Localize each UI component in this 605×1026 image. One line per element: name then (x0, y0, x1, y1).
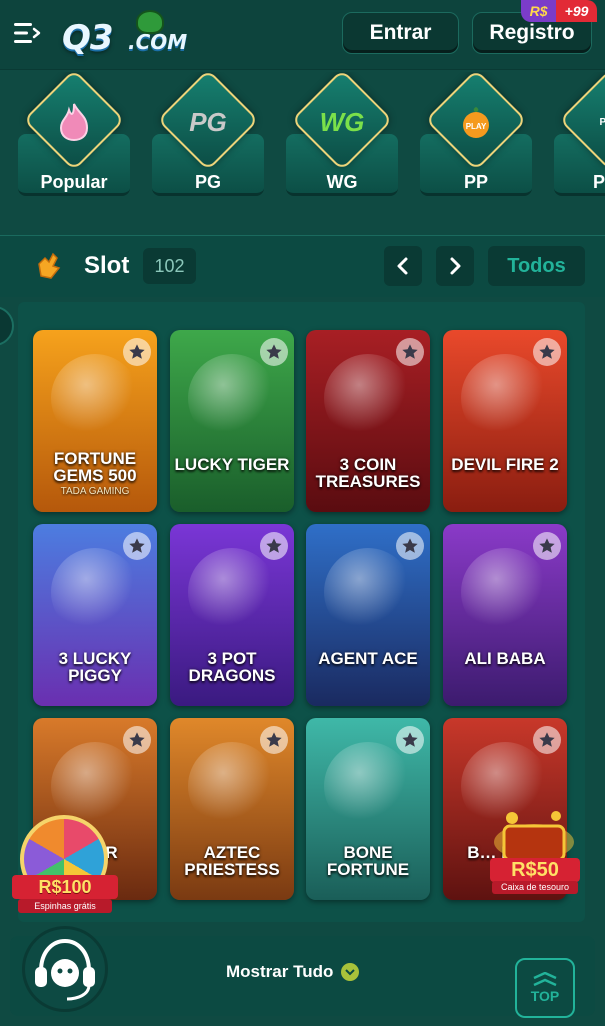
headset-icon (35, 938, 95, 1001)
slot-hand-icon (38, 252, 61, 279)
game-card[interactable]: AZTEC PRIESTESS (170, 718, 294, 900)
provider-label: Pop (593, 172, 605, 192)
game-card[interactable]: LUCKY TIGER (170, 330, 294, 512)
game-title: FORTUNE GEMS 500 (53, 449, 137, 485)
game-title: ALI BABA (464, 649, 546, 668)
logo-suffix: .COM (128, 30, 188, 54)
treasure-chest-promo[interactable]: R$50 Caixa de tesouro (486, 808, 582, 894)
pg-logo-icon: PG (189, 106, 227, 137)
favorite-star-icon[interactable] (123, 726, 151, 754)
favorite-star-icon[interactable] (260, 726, 288, 754)
game-artwork (461, 354, 549, 442)
game-provider: TADA GAMING (60, 486, 130, 497)
favorite-star-icon[interactable] (396, 726, 424, 754)
register-bonus-badge: R$ +99 (521, 0, 597, 22)
show-all-label: Mostrar Tudo (226, 962, 334, 981)
game-artwork (51, 354, 139, 442)
wheel-amount: R$100 (12, 875, 118, 899)
game-title: DEVIL FIRE 2 (451, 455, 559, 474)
customer-support-button[interactable] (22, 926, 108, 1012)
favorite-star-icon[interactable] (396, 532, 424, 560)
game-title: BONE FORTUNE (326, 843, 410, 879)
game-card[interactable]: FORTUNE GEMS 500 TADA GAMING (33, 330, 157, 512)
favorite-star-icon[interactable] (123, 532, 151, 560)
provider-label: PG (194, 172, 221, 192)
wheel-caption: Espinhas grátis (18, 899, 112, 913)
chevron-down-icon (341, 963, 360, 981)
game-card[interactable]: 3 LUCKY PIGGY (33, 524, 157, 706)
game-card[interactable]: DEVIL FIRE 2 (443, 330, 567, 512)
game-card[interactable]: AGENT ACE (306, 524, 430, 706)
game-title: LUCKY TIGER (174, 455, 290, 474)
provider-label: WG (326, 172, 358, 192)
favorite-star-icon[interactable] (260, 338, 288, 366)
provider-label: PP (463, 172, 488, 192)
game-artwork (324, 548, 412, 636)
favorite-star-icon[interactable] (533, 726, 561, 754)
logo-text: Q3 (62, 18, 114, 58)
provider-tab-popular[interactable]: Popular (16, 72, 132, 204)
game-card[interactable]: BONE FORTUNE (306, 718, 430, 900)
favorite-star-icon[interactable] (123, 338, 151, 366)
game-title: 3 LUCKY PIGGY (58, 649, 132, 685)
site-logo[interactable]: Q3 .COM (62, 10, 188, 58)
chest-amount: R$50 (490, 858, 580, 882)
game-artwork (188, 742, 276, 830)
chest-caption: Caixa de tesouro (492, 881, 578, 894)
provider-label: Popular (40, 172, 108, 192)
game-title: 3 POT DRAGONS (188, 649, 276, 685)
scroll-to-top-button[interactable]: TOP (515, 958, 575, 1018)
game-count-badge: 102 (143, 248, 196, 284)
prev-page-button[interactable] (384, 246, 422, 286)
top-label: TOP (530, 988, 560, 1004)
favorite-star-icon[interactable] (533, 338, 561, 366)
treasure-chest-icon (494, 811, 574, 862)
scroll-handle[interactable] (0, 306, 14, 346)
provider-tabs: Popular PG PG WG WG PLAY PP POP Pop (0, 72, 605, 212)
badge-amount: +99 (564, 3, 589, 19)
top-header: Q3 .COM Entrar Registro R$ +99 (0, 0, 605, 70)
svg-text:PLAY: PLAY (466, 122, 487, 131)
game-title: 3 COIN TREASURES (315, 455, 421, 491)
chevron-left-icon (397, 257, 408, 275)
wg-logo-icon: WG (319, 106, 365, 137)
game-artwork (324, 354, 412, 442)
game-card[interactable]: ALI BABA (443, 524, 567, 706)
login-button[interactable]: Entrar (342, 12, 459, 54)
game-artwork (461, 548, 549, 636)
mascot-icon (136, 10, 164, 34)
game-title: AZTEC PRIESTESS (184, 843, 280, 879)
category-title: Slot (84, 252, 130, 279)
game-card[interactable]: 3 COIN TREASURES (306, 330, 430, 512)
game-artwork (188, 354, 276, 442)
chevron-right-icon (450, 257, 461, 275)
flame-icon (44, 102, 104, 142)
game-artwork (324, 742, 412, 830)
chevron-up-icon (533, 972, 557, 987)
slot-category-bar: Slot 102 Todos (0, 235, 605, 297)
provider-tab-pp[interactable]: PLAY PP (418, 72, 534, 204)
favorite-star-icon[interactable] (260, 532, 288, 560)
show-all-button[interactable]: Mostrar Tudo (226, 962, 360, 982)
provider-tab-pop[interactable]: POP Pop (552, 72, 605, 204)
favorite-star-icon[interactable] (533, 532, 561, 560)
badge-currency: R$ (529, 3, 548, 19)
game-title: AGENT ACE (318, 649, 418, 668)
next-page-button[interactable] (436, 246, 474, 286)
favorite-star-icon[interactable] (396, 338, 424, 366)
spin-wheel-promo[interactable]: R$100 Espinhas grátis (12, 815, 118, 915)
game-artwork (51, 548, 139, 636)
pop-logo-icon: POP (599, 116, 605, 128)
menu-icon[interactable] (12, 18, 42, 48)
pp-play-icon: PLAY (446, 102, 506, 142)
provider-tab-wg[interactable]: WG WG (284, 72, 400, 204)
provider-tab-pg[interactable]: PG PG (150, 72, 266, 204)
view-all-button[interactable]: Todos (488, 246, 585, 286)
game-card[interactable]: 3 POT DRAGONS (170, 524, 294, 706)
game-artwork (188, 548, 276, 636)
